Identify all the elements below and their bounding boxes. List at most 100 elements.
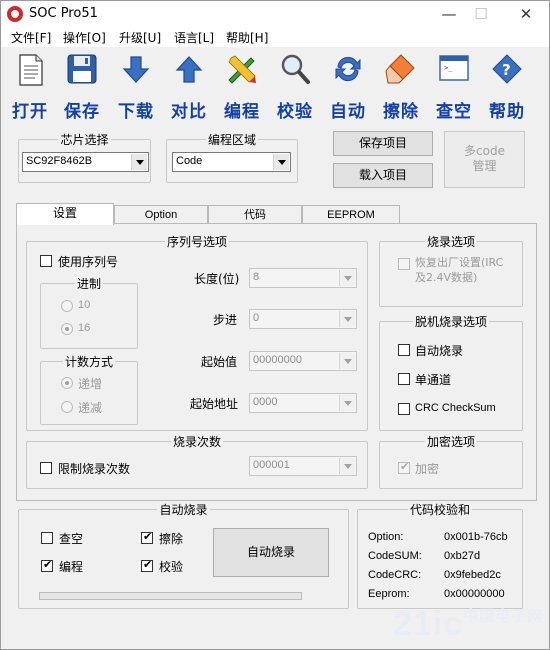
program-checkbox[interactable]: [41, 558, 53, 572]
start-address-dropdown[interactable]: 0000: [249, 393, 357, 413]
help-button[interactable]: ? 帮助: [484, 53, 530, 122]
single-channel-checkbox[interactable]: [398, 373, 410, 385]
menu-file[interactable]: 文件[F]: [11, 29, 51, 46]
program-area-dropdown[interactable]: Code: [172, 152, 291, 172]
radix-10-radio[interactable]: [61, 300, 73, 312]
step-dropdown[interactable]: 0: [249, 309, 357, 329]
watermark-main: 21ic: [393, 605, 464, 643]
blank-check-button[interactable]: >_ 查空: [431, 53, 477, 122]
program-area-value: Code: [176, 155, 203, 167]
tab-settings[interactable]: 设置: [16, 203, 114, 225]
auto-button[interactable]: 自动: [325, 53, 371, 122]
eraser-icon: [385, 54, 415, 84]
svg-text:?: ?: [502, 61, 511, 79]
down-arrow-icon: [122, 56, 150, 83]
multicode-label-2: 管理: [472, 159, 497, 173]
app-window: SOC Pro51 — ☐ ✕ 文件[F] 操作[O] 升级[U] 语言[L] …: [0, 0, 550, 650]
chip-select-dropdown[interactable]: SC92F8462B: [22, 152, 149, 172]
checksum-codecrc-value: 0x9febed2c: [444, 569, 501, 581]
save-project-button[interactable]: 保存项目: [333, 131, 433, 156]
blank-check-step-label: 查空: [59, 532, 84, 546]
console-window-icon: >_: [439, 55, 469, 81]
blank-check-checkbox[interactable]: [41, 532, 53, 544]
maximize-button[interactable]: ☐: [461, 1, 501, 27]
count-increment-label: 递增: [78, 377, 103, 391]
tab-eeprom[interactable]: EEPROM: [302, 205, 400, 224]
open-label: 打开: [12, 102, 48, 122]
length-label: 长度(位): [194, 272, 240, 286]
use-serial-checkbox[interactable]: [40, 255, 52, 267]
count-decrement-label: 递减: [78, 401, 103, 415]
tab-code[interactable]: 代码: [208, 205, 302, 224]
help-icon: ?: [492, 54, 522, 84]
menu-language[interactable]: 语言[L]: [174, 29, 214, 46]
save-label: 保存: [64, 102, 100, 122]
limit-burn-count-checkbox[interactable]: [40, 462, 52, 474]
encrypt-label: 加密: [415, 462, 440, 476]
start-value-dropdown[interactable]: 00000000: [249, 351, 357, 371]
chevron-down-icon: [273, 154, 289, 170]
restore-factory-label: 恢复出厂设置(IRC 及2.4V数据): [415, 255, 503, 285]
menu-operate[interactable]: 操作[O]: [63, 29, 106, 46]
svg-text:>_: >_: [444, 64, 453, 72]
start-address-label: 起始地址: [190, 397, 239, 411]
auto-burn-group-title: 自动烧录: [157, 503, 210, 517]
program-button[interactable]: 编程: [219, 53, 265, 122]
compare-label: 对比: [171, 102, 207, 122]
erase-checkbox[interactable]: [141, 530, 153, 544]
tab-option[interactable]: Option: [114, 205, 208, 224]
verify-button[interactable]: 校验: [272, 53, 318, 122]
step-value: 0: [253, 312, 260, 324]
auto-burn-checkbox[interactable]: [398, 344, 410, 356]
burn-count-value: 000001: [253, 459, 290, 471]
burn-count-title: 烧录次数: [170, 435, 223, 449]
blank-check-label: 查空: [436, 102, 472, 122]
burn-count-dropdown[interactable]: 000001: [249, 456, 357, 476]
limit-burn-count-label: 限制烧录次数: [58, 462, 131, 476]
radix-16-label: 16: [78, 322, 91, 334]
checksum-codesum-value: 0xb27d: [444, 550, 481, 562]
load-project-button[interactable]: 载入项目: [333, 163, 433, 188]
auto-burn-button[interactable]: 自动烧录: [213, 528, 329, 577]
erase-button[interactable]: 擦除: [378, 53, 424, 122]
verify-checkbox[interactable]: [141, 558, 153, 572]
offline-burn-title: 脱机烧录选项: [412, 315, 489, 329]
help-label: 帮助: [489, 102, 525, 122]
refresh-icon: [335, 56, 361, 82]
pencil-ruler-icon: [228, 55, 256, 84]
burn-options-title: 烧录选项: [424, 235, 477, 249]
crc-checksum-checkbox[interactable]: [398, 403, 410, 415]
compare-button[interactable]: 对比: [166, 53, 212, 122]
verify-label: 校验: [277, 102, 313, 122]
chip-select-title: 芯片选择: [58, 133, 111, 147]
checksum-option-value: 0x001b-76cb: [444, 531, 508, 543]
length-dropdown[interactable]: 8: [249, 268, 357, 288]
download-button[interactable]: 下载: [113, 53, 159, 122]
radix-title: 进制: [74, 277, 103, 291]
chevron-down-icon: [339, 395, 355, 411]
encrypt-checkbox[interactable]: [398, 460, 410, 474]
radix-group: 进制: [40, 277, 138, 349]
checksum-eeprom-label: Eeprom:: [368, 588, 410, 600]
save-button[interactable]: 保存: [59, 53, 105, 122]
count-increment-radio[interactable]: [61, 377, 73, 389]
menu-help[interactable]: 帮助[H]: [226, 29, 268, 46]
encrypt-title: 加密选项: [424, 435, 477, 449]
menu-upgrade[interactable]: 升级[U]: [119, 29, 161, 46]
close-button[interactable]: ✕: [506, 1, 546, 27]
restore-factory-line-2: 及2.4V数据): [415, 271, 478, 284]
use-serial-label: 使用序列号: [58, 255, 119, 269]
verify-step-label: 校验: [159, 560, 184, 574]
auto-burn-label: 自动烧录: [415, 344, 464, 358]
menu-bar: 文件[F] 操作[O] 升级[U] 语言[L] 帮助[H]: [1, 27, 549, 47]
open-button[interactable]: 打开: [7, 53, 53, 122]
floppy-disk-icon: [67, 54, 97, 84]
document-icon: [19, 54, 43, 86]
chevron-down-icon: [339, 270, 355, 286]
restore-factory-checkbox[interactable]: [398, 258, 410, 270]
multicode-manage-button[interactable]: 多code 管理: [444, 131, 525, 188]
auto-label: 自动: [330, 102, 366, 122]
crc-checksum-label: CRC CheckSum: [415, 402, 496, 414]
radix-16-radio[interactable]: [61, 323, 73, 335]
count-decrement-radio[interactable]: [61, 401, 73, 413]
